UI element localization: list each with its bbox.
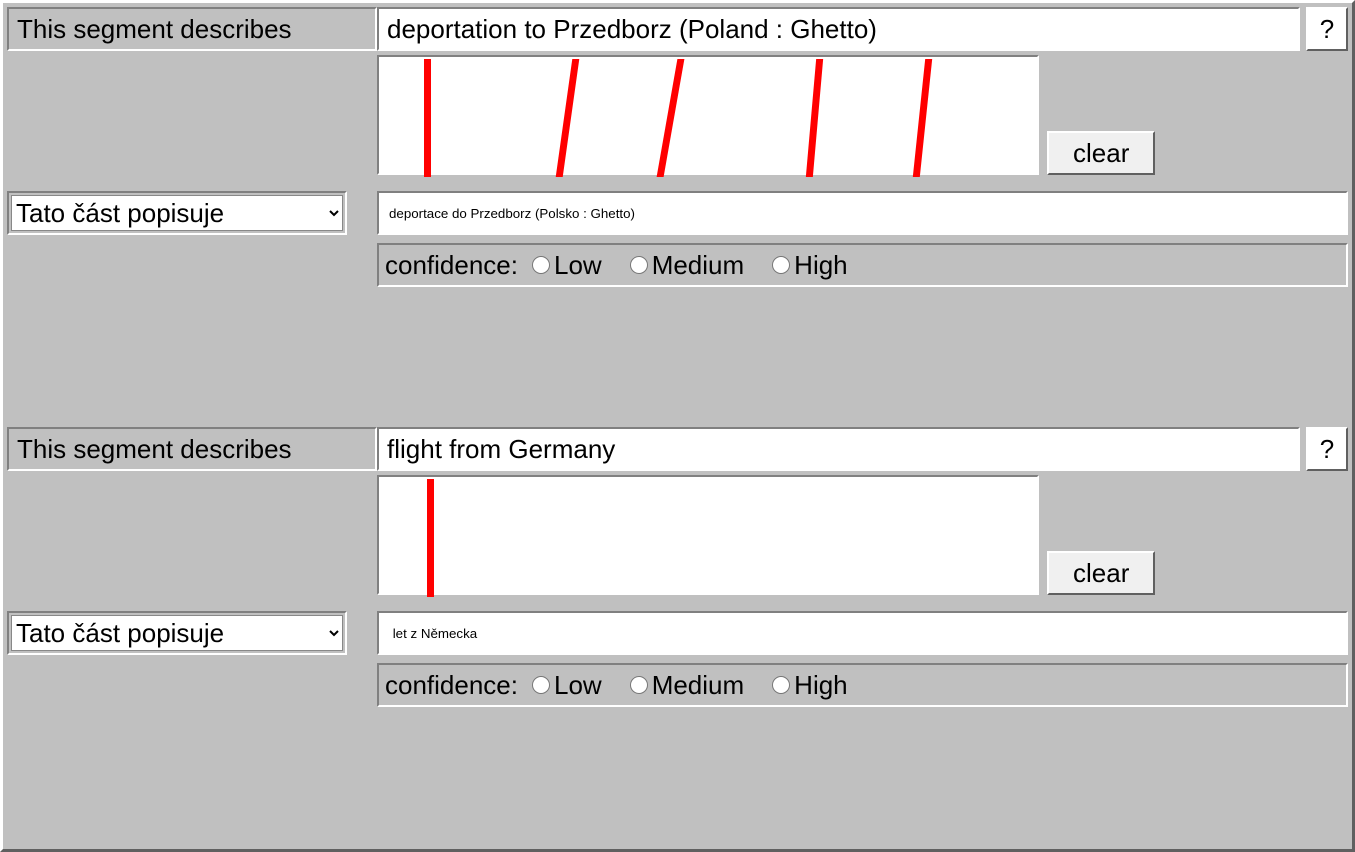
source-text: deportation to Przedborz (Poland : Ghett… bbox=[377, 7, 1300, 51]
ink-stroke bbox=[657, 59, 685, 177]
confidence-label: confidence: bbox=[385, 250, 518, 281]
clear-button[interactable]: clear bbox=[1047, 551, 1155, 595]
confidence-label: confidence: bbox=[385, 670, 518, 701]
ink-stroke bbox=[556, 59, 580, 177]
translation-prompt-dropdown-wrap: Tato část popisuje bbox=[7, 611, 347, 655]
confidence-radio-medium[interactable] bbox=[630, 676, 648, 694]
ink-stroke bbox=[424, 59, 431, 177]
confidence-radio-low[interactable] bbox=[532, 676, 550, 694]
confidence-option-medium[interactable]: Medium bbox=[620, 250, 744, 281]
ink-stroke bbox=[427, 479, 434, 597]
help-button[interactable]: ? bbox=[1306, 427, 1348, 471]
translation-prompt-dropdown-wrap: Tato část popisuje bbox=[7, 191, 347, 235]
target-text-input[interactable] bbox=[377, 191, 1348, 235]
confidence-radio-medium[interactable] bbox=[630, 256, 648, 274]
confidence-option-high[interactable]: High bbox=[762, 670, 847, 701]
source-segment-label: This segment describes bbox=[7, 427, 377, 471]
target-text-input[interactable] bbox=[377, 611, 1348, 655]
confidence-group: confidence: Low Medium High bbox=[377, 243, 1348, 287]
segment-block: This segment describes deportation to Pr… bbox=[7, 7, 1348, 287]
handwriting-canvas[interactable] bbox=[377, 55, 1039, 175]
translation-prompt-select[interactable]: Tato část popisuje bbox=[11, 195, 343, 231]
confidence-option-high[interactable]: High bbox=[762, 250, 847, 281]
confidence-radio-low[interactable] bbox=[532, 256, 550, 274]
confidence-option-low[interactable]: Low bbox=[522, 670, 602, 701]
confidence-radio-high[interactable] bbox=[772, 676, 790, 694]
confidence-group: confidence: Low Medium High bbox=[377, 663, 1348, 707]
confidence-radio-high[interactable] bbox=[772, 256, 790, 274]
clear-button[interactable]: clear bbox=[1047, 131, 1155, 175]
segment-block: This segment describes flight from Germa… bbox=[7, 427, 1348, 707]
ink-stroke bbox=[806, 59, 823, 177]
help-button[interactable]: ? bbox=[1306, 7, 1348, 51]
confidence-option-low[interactable]: Low bbox=[522, 250, 602, 281]
main-panel: This segment describes deportation to Pr… bbox=[0, 0, 1355, 852]
handwriting-canvas[interactable] bbox=[377, 475, 1039, 595]
source-segment-label: This segment describes bbox=[7, 7, 377, 51]
source-text: flight from Germany bbox=[377, 427, 1300, 471]
confidence-option-medium[interactable]: Medium bbox=[620, 670, 744, 701]
ink-stroke bbox=[913, 59, 932, 177]
translation-prompt-select[interactable]: Tato část popisuje bbox=[11, 615, 343, 651]
